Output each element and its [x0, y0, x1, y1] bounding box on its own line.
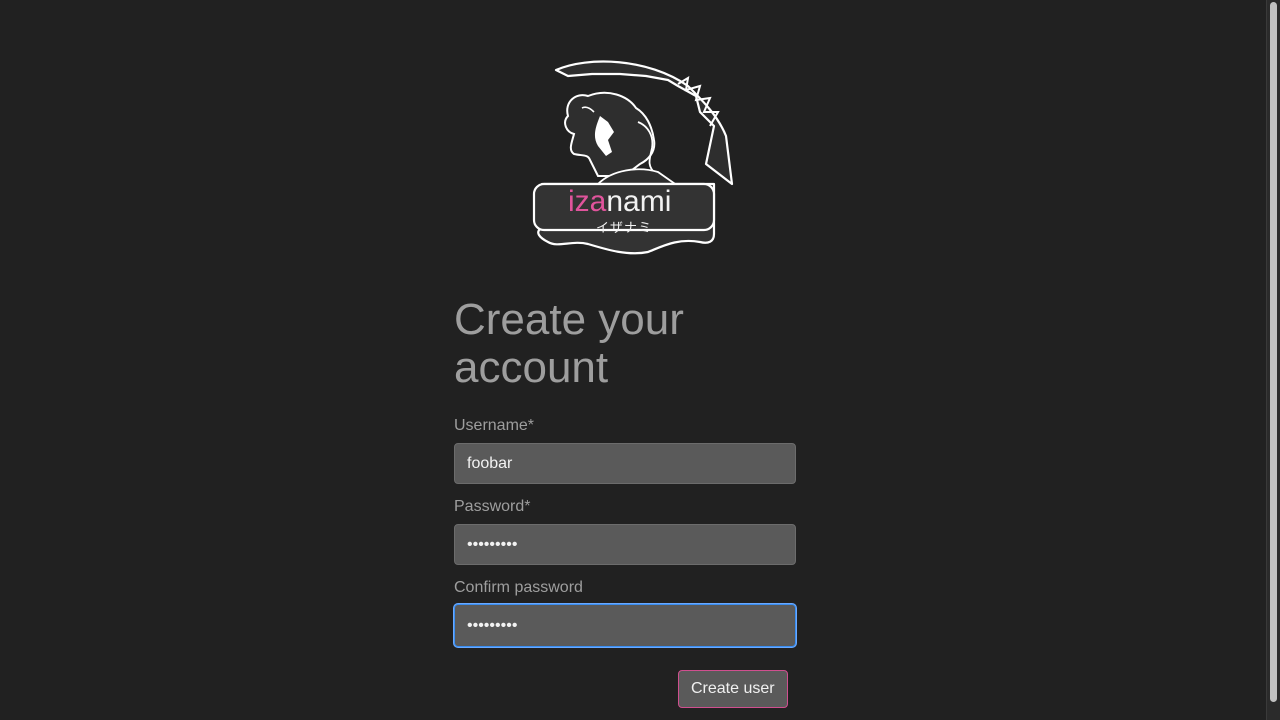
confirm-password-label: Confirm password	[454, 579, 583, 596]
logo-kana: イザナミ	[596, 221, 653, 236]
create-user-button[interactable]: Create user	[678, 670, 788, 708]
scrollbar-thumb[interactable]	[1270, 2, 1277, 702]
logo-wordmark: izanami	[568, 184, 671, 220]
password-label: Password*	[454, 498, 531, 515]
username-input[interactable]	[454, 443, 796, 484]
scrollbar-track[interactable]	[1266, 0, 1280, 720]
confirm-password-input[interactable]	[454, 604, 796, 647]
logo-wordmark-rest: nami	[606, 185, 672, 218]
logo-wordmark-accent: iza	[568, 185, 607, 218]
page: izanami イザナミ Create your account Usernam…	[0, 0, 1280, 720]
page-title: Create your account	[454, 295, 684, 392]
password-input[interactable]	[454, 524, 796, 565]
signup-form: Create your account Username* Password* …	[454, 295, 796, 708]
username-label: Username*	[454, 417, 535, 434]
